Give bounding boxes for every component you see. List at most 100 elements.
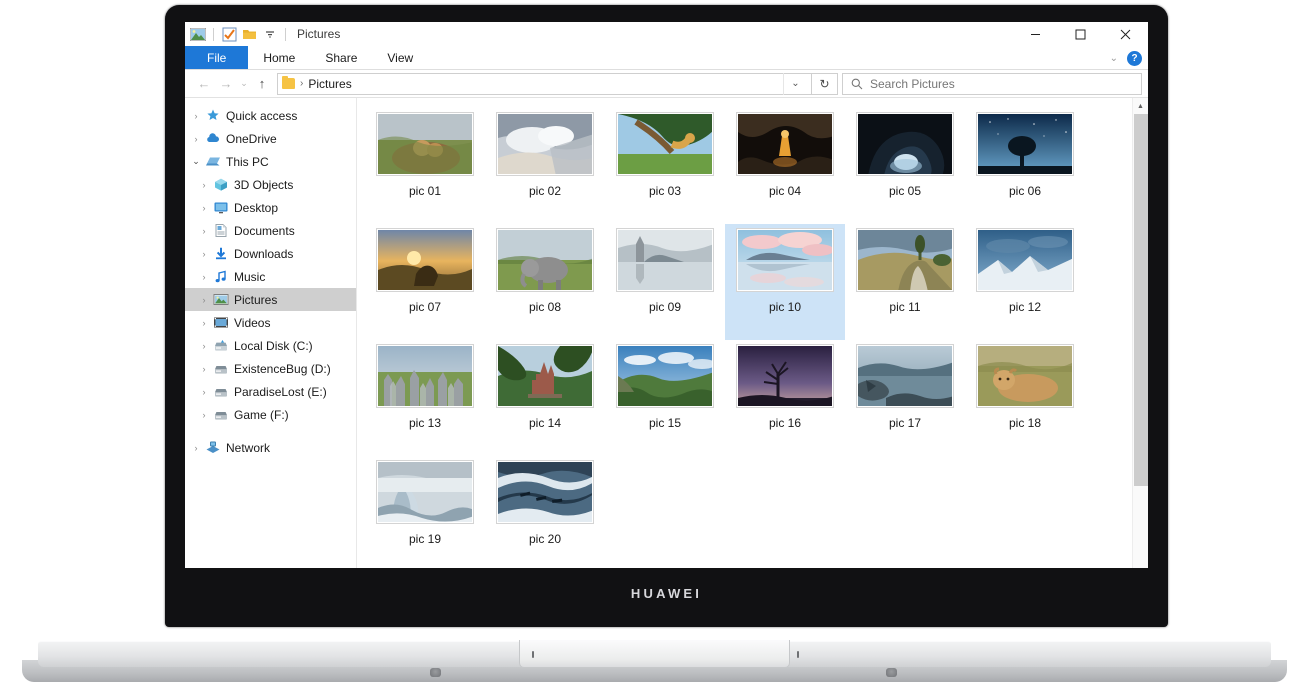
chevron-right-icon[interactable]: ›	[196, 249, 212, 259]
file-item[interactable]: pic 03	[605, 108, 725, 224]
file-thumbnail[interactable]	[617, 229, 713, 291]
file-item[interactable]: pic 05	[845, 108, 965, 224]
file-name-label: pic 17	[888, 416, 922, 430]
sidebar-item-videos[interactable]: › Videos	[185, 311, 356, 334]
file-thumbnail[interactable]	[617, 113, 713, 175]
chevron-right-icon[interactable]: ›	[196, 410, 212, 420]
vertical-scrollbar[interactable]: ▲	[1132, 98, 1148, 568]
file-thumbnail[interactable]	[857, 229, 953, 291]
file-item[interactable]: pic 09	[605, 224, 725, 340]
pictures-library-icon[interactable]	[189, 26, 206, 43]
chevron-right-icon[interactable]: ›	[196, 203, 212, 213]
sidebar-item-3d-objects[interactable]: › 3D Objects	[185, 173, 356, 196]
sidebar-item-network[interactable]: › Network	[185, 436, 356, 459]
file-thumbnail[interactable]	[737, 229, 833, 291]
up-button[interactable]: ↑	[251, 73, 273, 95]
search-box[interactable]: Search Pictures	[842, 72, 1142, 95]
tab-home[interactable]: Home	[248, 46, 310, 69]
file-thumbnail[interactable]	[737, 113, 833, 175]
file-item[interactable]: pic 11	[845, 224, 965, 340]
address-dropdown-icon[interactable]: ⌄	[783, 72, 807, 95]
chevron-right-icon[interactable]: ›	[188, 134, 204, 144]
file-item[interactable]: pic 19	[365, 456, 485, 568]
sidebar-item-local-disk-c[interactable]: › Local Disk (C:)	[185, 334, 356, 357]
forward-button[interactable]: →	[215, 73, 237, 95]
customize-dropdown-icon[interactable]	[261, 26, 278, 43]
tab-view[interactable]: View	[372, 46, 428, 69]
recent-locations-icon[interactable]: ⌄	[237, 73, 251, 95]
sidebar-item-game-f[interactable]: › Game (F:)	[185, 403, 356, 426]
chevron-right-icon[interactable]: ›	[196, 387, 212, 397]
chevron-right-icon[interactable]: ›	[196, 226, 212, 236]
file-thumbnail[interactable]	[497, 345, 593, 407]
file-item[interactable]: pic 20	[485, 456, 605, 568]
file-item[interactable]: pic 01	[365, 108, 485, 224]
sidebar-item-music[interactable]: › Music	[185, 265, 356, 288]
scroll-up-button[interactable]: ▲	[1133, 98, 1148, 114]
chevron-right-icon[interactable]: ›	[196, 364, 212, 374]
file-item[interactable]: pic 06	[965, 108, 1085, 224]
file-thumbnail[interactable]	[377, 461, 473, 523]
new-folder-icon[interactable]	[241, 26, 258, 43]
chevron-right-icon[interactable]: ›	[196, 341, 212, 351]
file-thumbnail[interactable]	[617, 345, 713, 407]
file-thumbnail[interactable]	[977, 229, 1073, 291]
file-item[interactable]: pic 16	[725, 340, 845, 456]
breadcrumb-path[interactable]: Pictures	[308, 77, 351, 91]
file-thumbnail[interactable]	[977, 113, 1073, 175]
star-pin-icon	[204, 108, 221, 124]
file-item[interactable]: pic 14	[485, 340, 605, 456]
address-bar[interactable]: › Pictures ⌄	[277, 72, 812, 95]
chevron-right-icon[interactable]: ›	[188, 111, 204, 121]
maximize-button[interactable]	[1058, 22, 1103, 46]
sidebar-item-paradiselost-e[interactable]: › ParadiseLost (E:)	[185, 380, 356, 403]
chevron-down-icon[interactable]: ⌄	[1110, 53, 1118, 64]
back-button[interactable]: ←	[193, 73, 215, 95]
chevron-right-icon[interactable]: ›	[196, 272, 212, 282]
sidebar-item-existencebug-d[interactable]: › ExistenceBug (D:)	[185, 357, 356, 380]
file-item[interactable]: pic 15	[605, 340, 725, 456]
sidebar-item-this-pc[interactable]: ⌄ This PC	[185, 150, 356, 173]
chevron-right-icon[interactable]: ›	[196, 318, 212, 328]
file-thumbnail[interactable]	[977, 345, 1073, 407]
chevron-right-icon[interactable]: ›	[196, 180, 212, 190]
file-item[interactable]: pic 18	[965, 340, 1085, 456]
minimize-button[interactable]	[1013, 22, 1058, 46]
file-thumbnail[interactable]	[857, 113, 953, 175]
file-thumbnail[interactable]	[497, 461, 593, 523]
file-thumbnail[interactable]	[497, 113, 593, 175]
sidebar-item-onedrive[interactable]: › OneDrive	[185, 127, 356, 150]
file-item[interactable]: pic 08	[485, 224, 605, 340]
close-button[interactable]	[1103, 22, 1148, 46]
chevron-right-icon[interactable]: ›	[196, 295, 212, 305]
file-thumbnail[interactable]	[377, 345, 473, 407]
tab-share[interactable]: Share	[310, 46, 372, 69]
sidebar-item-downloads[interactable]: › Downloads	[185, 242, 356, 265]
sidebar-item-desktop[interactable]: › Desktop	[185, 196, 356, 219]
file-thumbnail[interactable]	[497, 229, 593, 291]
chevron-right-icon[interactable]: ›	[188, 443, 204, 453]
file-thumbnail[interactable]	[857, 345, 953, 407]
file-item[interactable]: pic 02	[485, 108, 605, 224]
help-icon[interactable]: ?	[1127, 50, 1142, 66]
sidebar-item-label: Music	[234, 269, 266, 284]
sidebar-item-quick-access[interactable]: › Quick access	[185, 104, 356, 127]
scrollbar-thumb[interactable]	[1134, 114, 1148, 486]
file-item[interactable]: pic 12	[965, 224, 1085, 340]
file-thumbnail[interactable]	[377, 229, 473, 291]
file-thumbnail[interactable]	[737, 345, 833, 407]
file-item[interactable]: pic 04	[725, 108, 845, 224]
file-item[interactable]: pic 17	[845, 340, 965, 456]
file-item[interactable]: pic 10	[725, 224, 845, 340]
tab-file[interactable]: File	[185, 46, 249, 69]
search-input[interactable]: Search Pictures	[870, 77, 955, 91]
file-thumbnail[interactable]	[377, 113, 473, 175]
chevron-down-icon[interactable]: ⌄	[188, 156, 204, 167]
file-item[interactable]: pic 13	[365, 340, 485, 456]
file-item[interactable]: pic 07	[365, 224, 485, 340]
properties-icon[interactable]	[221, 26, 238, 43]
sidebar-item-documents[interactable]: › Documents	[185, 219, 356, 242]
refresh-button[interactable]: ↻	[812, 72, 838, 95]
sidebar-item-pictures[interactable]: › Pictures	[185, 288, 356, 311]
